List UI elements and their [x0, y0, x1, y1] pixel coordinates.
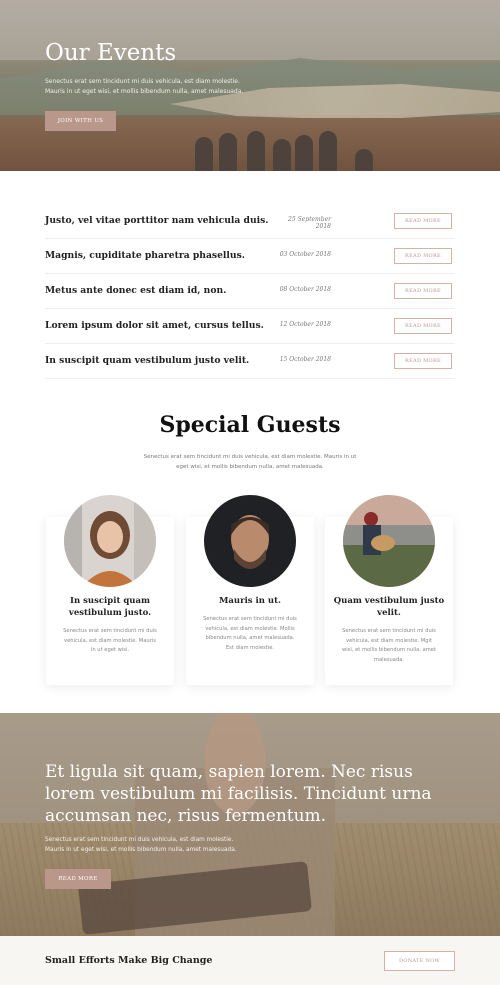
event-date: 25 September 2018 — [288, 216, 331, 230]
guests-description: Senectus erat sem tincidunt mi duis vehi… — [143, 454, 357, 470]
guest-card: Quam vestibulum justo velit. Senectus er… — [325, 495, 453, 685]
event-title: In suscipit quam vestibulum justo velit. — [45, 355, 250, 366]
event-title: Lorem ipsum dolor sit amet, cursus tellu… — [45, 320, 264, 331]
read-more-button[interactable]: READ MORE — [394, 353, 452, 369]
event-date: 15 October 2018 — [279, 356, 331, 363]
guest-photo-guitarist — [343, 495, 435, 587]
event-title: Magnis, cupiditate pharetra phasellus. — [45, 250, 245, 261]
guest-name: In suscipit quam vestibulum justo. — [68, 596, 152, 618]
read-more-button[interactable]: READ MORE — [394, 318, 452, 334]
guest-bio: Senectus erat sem tincidunt mi duis vehi… — [341, 628, 437, 663]
guest-card: Mauris in ut. Senectus erat sem tincidun… — [186, 495, 314, 685]
event-row: Magnis, cupiditate pharetra phasellus. 0… — [45, 239, 455, 274]
guest-name: Mauris in ut. — [219, 596, 281, 606]
event-date: 03 October 2018 — [279, 251, 331, 258]
read-more-button[interactable]: READ MORE — [394, 248, 452, 264]
guest-bio: Senectus erat sem tincidunt mi duis vehi… — [203, 616, 297, 651]
donate-label: Small Efforts Make Big Change — [45, 955, 213, 966]
hero-title: Our Events — [45, 40, 177, 66]
event-date: 12 October 2018 — [279, 321, 331, 328]
event-title: Justo, vel vitae porttitor nam vehicula … — [45, 215, 269, 226]
guest-photo-man — [204, 495, 296, 587]
event-row: Justo, vel vitae porttitor nam vehicula … — [45, 204, 455, 239]
hero-description: Senectus erat sem tincidunt mi duis vehi… — [45, 78, 244, 95]
event-title: Metus ante donec est diam id, non. — [45, 285, 227, 296]
quote-description: Senectus erat sem tincidunt mi duis vehi… — [45, 837, 237, 853]
events-list: Justo, vel vitae porttitor nam vehicula … — [45, 204, 455, 379]
join-with-us-button[interactable]: JOIN WITH US — [45, 111, 116, 131]
guest-name: Quam vestibulum justo velit. — [333, 596, 445, 618]
quote-section: Et ligula sit quam, sapien lorem. Nec ri… — [0, 713, 500, 936]
hero-section: Our Events Senectus erat sem tincidunt m… — [0, 0, 500, 171]
donate-bar: Small Efforts Make Big Change DONATE NOW — [0, 936, 500, 985]
donate-now-button[interactable]: DONATE NOW — [384, 951, 455, 971]
page: Our Events Senectus erat sem tincidunt m… — [0, 0, 500, 985]
event-row: Lorem ipsum dolor sit amet, cursus tellu… — [45, 309, 455, 344]
event-date: 08 October 2018 — [279, 286, 331, 293]
read-more-button[interactable]: READ MORE — [394, 213, 452, 229]
event-row: In suscipit quam vestibulum justo velit.… — [45, 344, 455, 379]
read-more-button[interactable]: READ MORE — [394, 283, 452, 299]
event-row: Metus ante donec est diam id, non. 08 Oc… — [45, 274, 455, 309]
read-more-button[interactable]: READ MORE — [45, 869, 111, 889]
guest-bio: Senectus erat sem tincidunt mi duis vehi… — [63, 628, 157, 653]
guest-photo-woman — [64, 495, 156, 587]
section-title-special-guests: Special Guests — [159, 412, 341, 438]
quote-heading: Et ligula sit quam, sapien lorem. Nec ri… — [45, 762, 432, 826]
guest-card: In suscipit quam vestibulum justo. Senec… — [46, 495, 174, 685]
